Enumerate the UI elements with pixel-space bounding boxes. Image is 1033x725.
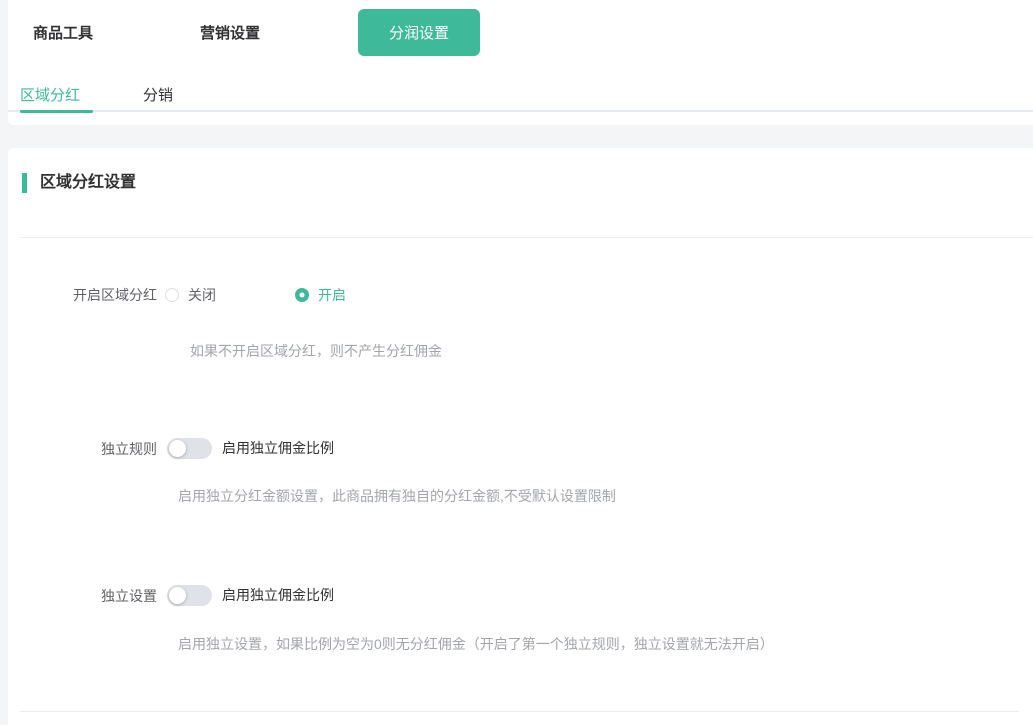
radio-option-on[interactable]: 开启: [295, 285, 346, 305]
enable-dividend-helper: 如果不开启区域分红，则不产生分红佣金: [190, 343, 1033, 359]
independent-rule-toggle[interactable]: [167, 438, 212, 459]
radio-on-label: 开启: [318, 285, 346, 305]
independent-setting-helper: 启用独立设置，如果比例为空为0则无分红佣金（开启了第一个独立规则，独立设置就无法…: [178, 636, 1033, 652]
independent-setting-switch-label: 启用独立佣金比例: [222, 585, 334, 606]
enable-dividend-label: 开启区域分红: [8, 285, 157, 305]
enable-dividend-row: 开启区域分红 关闭 开启: [8, 285, 1033, 305]
panel-header: 区域分红设置: [22, 172, 1033, 193]
independent-setting-label: 独立设置: [8, 586, 157, 606]
bottom-divider: [20, 711, 1019, 712]
radio-selected-icon[interactable]: [295, 288, 309, 302]
subtab-regional-dividend[interactable]: 区域分红: [20, 88, 93, 112]
independent-rule-label: 独立规则: [8, 439, 157, 459]
independent-rule-helper: 启用独立分红金额设置，此商品拥有独自的分红金额,不受默认设置限制: [178, 488, 1033, 504]
tab-marketing-settings[interactable]: 营销设置: [200, 22, 260, 43]
accent-bar: [22, 173, 27, 193]
independent-setting-row: 独立设置 启用独立佣金比例: [8, 585, 1033, 606]
tab-profit-settings[interactable]: 分润设置: [358, 9, 480, 56]
settings-panel: 区域分红设置 开启区域分红 关闭 开启 如果不开启区域分红，则不产生分红佣金 独…: [8, 148, 1033, 725]
top-tab-bar: 商品工具 营销设置 分润设置: [8, 0, 1033, 64]
subtab-distribution[interactable]: 分销: [143, 88, 186, 112]
independent-rule-row: 独立规则 启用独立佣金比例: [8, 438, 1033, 459]
enable-dividend-radio-group: 关闭 开启: [165, 285, 346, 305]
radio-off-label: 关闭: [188, 285, 216, 305]
tab-card: 商品工具 营销设置 分润设置 区域分红 分销: [8, 0, 1033, 125]
radio-option-off[interactable]: 关闭: [165, 285, 216, 305]
radio-unselected-icon[interactable]: [165, 288, 179, 302]
header-divider: [20, 237, 1033, 238]
independent-rule-switch-label: 启用独立佣金比例: [222, 438, 334, 459]
tab-product-tools[interactable]: 商品工具: [33, 22, 93, 43]
panel-title: 区域分红设置: [40, 173, 136, 193]
sub-tab-bar: 区域分红 分销: [8, 88, 1033, 112]
independent-setting-toggle[interactable]: [167, 585, 212, 606]
